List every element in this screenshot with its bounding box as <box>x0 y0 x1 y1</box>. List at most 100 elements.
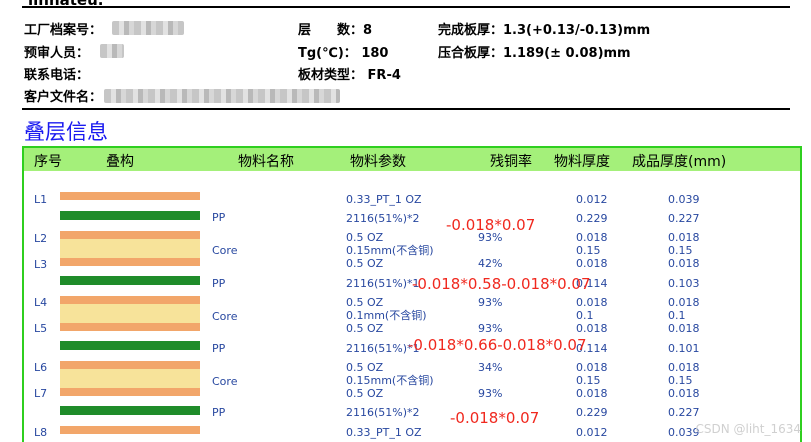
material-param: 0.1mm(不含铜) <box>346 309 427 322</box>
copper-ratio: 93% <box>478 296 503 309</box>
reviewer-label: 预审人员： <box>24 46 90 61</box>
material-param: 0.5 OZ <box>346 257 384 270</box>
material-type-label: 板材类型： <box>298 68 364 83</box>
finished-thickness: 0.039 <box>668 193 700 206</box>
prepreg-layer-bar <box>60 276 200 285</box>
finish-thickness-value: 1.3(+0.13/-0.13)mm <box>503 23 651 38</box>
material-param: 0.15mm(不含铜) <box>346 374 434 387</box>
material-param: 0.33_PT_1 OZ <box>346 426 422 439</box>
copper-layer-bar <box>60 231 200 239</box>
customer-file-label: 客户文件名： <box>24 90 103 105</box>
file-no-redacted <box>112 21 184 35</box>
finish-thickness-field: 完成板厚：1.3(+0.13/-0.13)mm <box>438 19 650 38</box>
material-name: PP <box>212 277 226 290</box>
prepreg-layer-bar <box>60 406 200 415</box>
header-bottom-rule <box>22 108 790 110</box>
material-type-value: FR-4 <box>367 68 401 83</box>
layer-label: L6 <box>34 361 48 374</box>
col-structure: 叠构 <box>106 154 134 170</box>
press-thickness-field: 压合板厚：1.189(± 0.08)mm <box>438 42 631 61</box>
material-thickness: 0.1 <box>576 309 594 322</box>
reviewer-redacted <box>100 44 124 58</box>
col-material-name: 物料名称 <box>238 154 294 170</box>
material-thickness: 0.018 <box>576 361 608 374</box>
finished-thickness: 0.15 <box>668 244 693 257</box>
finished-thickness: 0.1 <box>668 309 686 322</box>
material-thickness: 0.15 <box>576 244 601 257</box>
prepreg-layer-bar <box>60 341 200 350</box>
copper-layer-bar <box>60 192 200 200</box>
annotation-note: -0.018*0.07 <box>450 409 540 427</box>
copper-layer-bar <box>60 323 200 331</box>
watermark: CSDN @liht_1634 <box>695 422 801 436</box>
layer-label: L5 <box>34 322 48 335</box>
prepreg-layer-bar <box>60 211 200 220</box>
material-thickness: 0.229 <box>576 406 608 419</box>
col-finished-thickness: 成品厚度(mm) <box>632 154 727 170</box>
col-index: 序号 <box>34 154 62 170</box>
press-thickness-label: 压合板厚： <box>438 46 504 61</box>
material-name: Core <box>212 310 238 323</box>
copper-ratio: 93% <box>478 387 503 400</box>
material-param: 0.15mm(不含铜) <box>346 244 434 257</box>
finished-thickness: 0.227 <box>668 406 700 419</box>
finished-thickness: 0.018 <box>668 296 700 309</box>
layer-label: L2 <box>34 232 48 245</box>
material-thickness: 0.018 <box>576 322 608 335</box>
copper-ratio: 34% <box>478 361 503 374</box>
copper-ratio: 42% <box>478 257 503 270</box>
layer-label: L4 <box>34 296 48 309</box>
finished-thickness: 0.103 <box>668 277 700 290</box>
material-name: Core <box>212 244 238 257</box>
material-thickness: 0.012 <box>576 193 608 206</box>
material-param: 2116(51%)*1 <box>346 277 420 290</box>
material-param: 2116(51%)*2 <box>346 406 420 419</box>
table-header: 序号 叠构 物料名称 物料参数 残铜率 物料厚度 成品厚度(mm) <box>24 148 800 171</box>
layer-label: L3 <box>34 258 48 271</box>
material-name: PP <box>212 211 226 224</box>
phone-label: 联系电话： <box>24 68 90 83</box>
material-param: 0.5 OZ <box>346 322 384 335</box>
tg-field: Tg(℃)： 180 <box>298 42 388 61</box>
material-thickness: 0.018 <box>576 257 608 270</box>
material-param: 0.33_PT_1 OZ <box>346 193 422 206</box>
tg-value: 180 <box>361 46 389 61</box>
layers-value: 8 <box>363 23 373 38</box>
finished-thickness: 0.018 <box>668 387 700 400</box>
material-thickness: 0.15 <box>576 374 601 387</box>
finished-thickness: 0.018 <box>668 361 700 374</box>
annotation-note: -0.018*0.07 <box>446 216 536 234</box>
customer-file-redacted <box>104 89 340 103</box>
layer-label: L8 <box>34 426 48 439</box>
layer-label: L1 <box>34 193 48 206</box>
copper-layer-bar <box>60 258 200 266</box>
finished-thickness: 0.15 <box>668 374 693 387</box>
material-param: 0.5 OZ <box>346 387 384 400</box>
col-copper-ratio: 残铜率 <box>490 154 532 170</box>
material-param: 0.5 OZ <box>346 361 384 374</box>
material-name: PP <box>212 406 226 419</box>
copper-layer-bar <box>60 426 200 434</box>
material-thickness: 0.018 <box>576 387 608 400</box>
header-top-rule <box>22 6 790 8</box>
layer-label: L7 <box>34 387 48 400</box>
material-thickness: 0.229 <box>576 212 608 225</box>
file-no-label: 工厂档案号： <box>24 23 103 38</box>
finished-thickness: 0.018 <box>668 322 700 335</box>
annotation-note: -0.018*0.66-0.018*0.07 <box>408 336 587 354</box>
col-material-thickness: 物料厚度 <box>554 154 610 170</box>
core-layer-bar <box>60 239 200 258</box>
material-thickness: 0.012 <box>576 426 608 439</box>
copper-layer-bar <box>60 296 200 304</box>
tg-label: Tg(℃)： <box>298 46 357 61</box>
annotation-note: -0.018*0.58-0.018*0.07 <box>412 275 591 293</box>
finished-thickness: 0.101 <box>668 342 700 355</box>
press-thickness-value: 1.189(± 0.08)mm <box>503 46 631 61</box>
material-name: PP <box>212 342 226 355</box>
core-layer-bar <box>60 304 200 323</box>
core-layer-bar <box>60 369 200 388</box>
material-param: 2116(51%)*2 <box>346 212 420 225</box>
material-param: 0.5 OZ <box>346 231 384 244</box>
material-thickness: 0.018 <box>576 296 608 309</box>
layers-field: 层 数：8 <box>298 19 372 38</box>
